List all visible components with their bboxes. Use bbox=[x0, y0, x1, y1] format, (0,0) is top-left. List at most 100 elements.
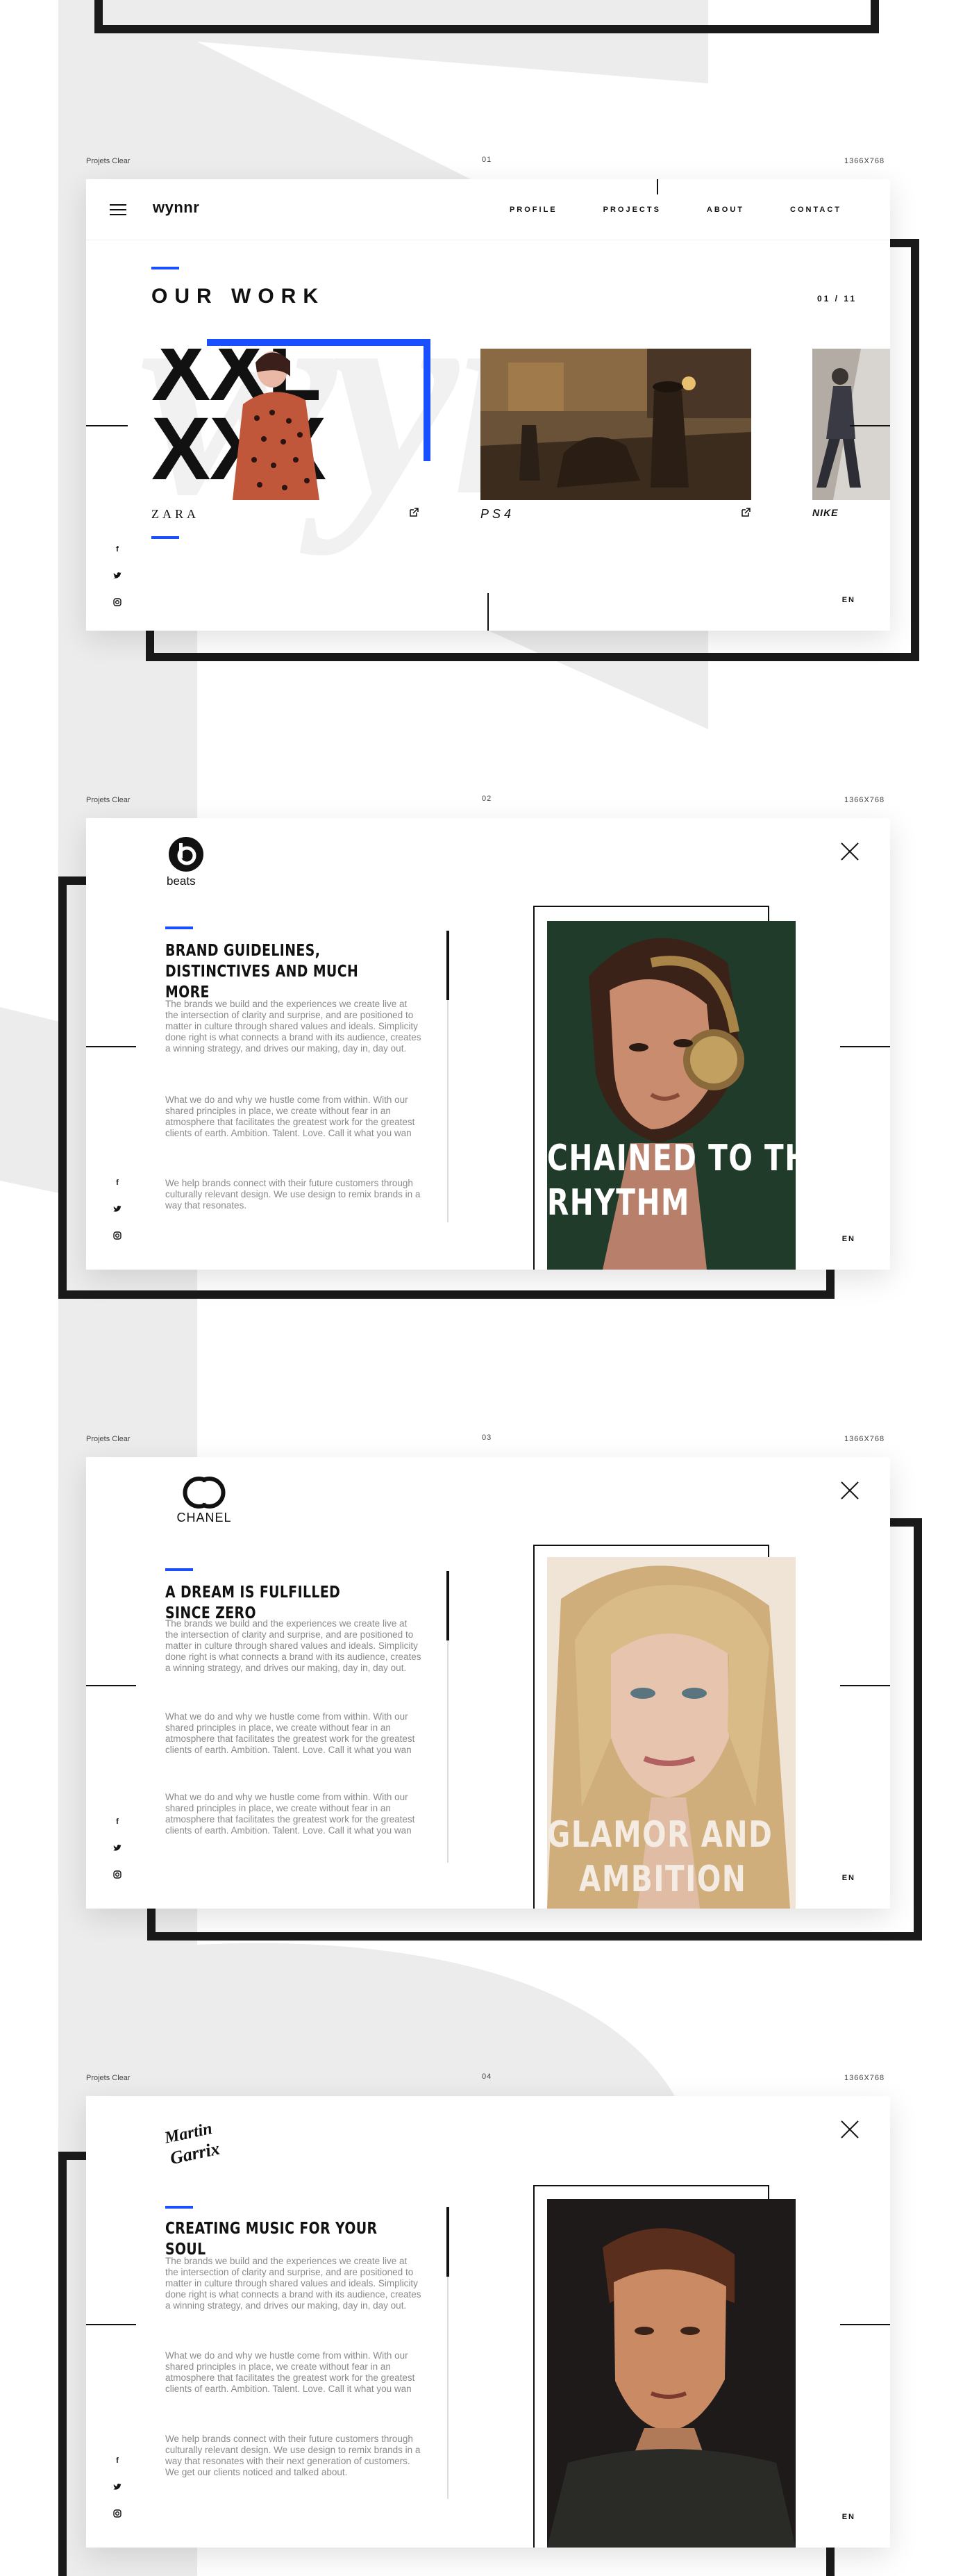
chanel-logo: CHANEL bbox=[162, 1475, 246, 1531]
paragraph-1: The brands we build and the experiences … bbox=[165, 2256, 421, 2311]
nav-profile[interactable]: PROFILE bbox=[510, 206, 558, 214]
project-card-ps4[interactable]: PS4 bbox=[480, 349, 751, 522]
martin-garrix-logo-mark: Martin Garrix bbox=[162, 2120, 221, 2168]
pager: 01 / 11 bbox=[816, 294, 857, 304]
instagram-icon[interactable] bbox=[112, 2509, 122, 2518]
meta-resolution: 1366X768 bbox=[844, 2074, 885, 2082]
model-figure bbox=[233, 351, 319, 500]
external-link-icon[interactable] bbox=[740, 507, 751, 518]
external-link-icon[interactable] bbox=[408, 507, 419, 518]
facebook-icon[interactable]: f bbox=[112, 545, 122, 554]
meta-label: Projets Clear bbox=[86, 2074, 131, 2082]
project-logo: PS4 bbox=[480, 507, 515, 521]
paragraph-3: What we do and why we hustle come from w… bbox=[165, 1792, 415, 1836]
meta-number: 03 bbox=[482, 1434, 492, 1442]
project-logo: ZARA bbox=[151, 507, 199, 521]
main-nav: PROFILE PROJECTS ABOUT CONTACT bbox=[510, 206, 841, 214]
meta-resolution: 1366X768 bbox=[844, 157, 885, 165]
detail-screen-beats: beats BRAND GUIDELINES, DISTINCTIVES AND… bbox=[86, 818, 890, 1270]
twitter-icon[interactable] bbox=[112, 1843, 122, 1853]
project-card-nike[interactable]: NIKE bbox=[812, 349, 890, 522]
detail-title: A DREAM IS FULFILLED SINCE ZERO bbox=[165, 1584, 341, 1622]
paragraph-3: We help brands connect with their future… bbox=[165, 2434, 421, 2477]
detail-title: CREATING MUSIC FOR YOUR SOUL bbox=[165, 2220, 378, 2259]
twitter-icon[interactable] bbox=[112, 2482, 122, 2492]
chanel-logo-icon bbox=[183, 1477, 226, 1509]
title-accent bbox=[151, 267, 179, 269]
nav-about[interactable]: ABOUT bbox=[707, 206, 744, 214]
paragraph-1: The brands we build and the experiences … bbox=[165, 1618, 421, 1673]
language-switch[interactable]: EN bbox=[842, 1235, 855, 1243]
home-screen: wynr wynnr PROFILE PROJECTS ABOUT CONTAC… bbox=[86, 179, 890, 631]
meta-label: Projets Clear bbox=[86, 796, 131, 804]
photo-caption-line-1: CHAINED TO THE bbox=[547, 1138, 796, 1179]
photo-caption-line-1: GLAMOR AND bbox=[547, 1814, 773, 1856]
artist-portrait-image bbox=[547, 2199, 796, 2548]
martin-garrix-photo bbox=[547, 2199, 796, 2548]
twitter-icon[interactable] bbox=[112, 1204, 122, 1214]
language-switch[interactable]: EN bbox=[842, 2513, 855, 2521]
beats-logo: beats bbox=[165, 836, 214, 892]
title-accent bbox=[165, 2206, 193, 2209]
social-links: f bbox=[112, 1817, 122, 1879]
side-rule-right bbox=[840, 2324, 890, 2325]
paragraph-2: What we do and why we hustle come from w… bbox=[165, 2350, 415, 2394]
project-image: XXL XXX bbox=[151, 349, 419, 500]
meta-number: 02 bbox=[482, 795, 492, 803]
social-links: f bbox=[112, 2456, 122, 2518]
facebook-icon[interactable]: f bbox=[112, 1178, 122, 1188]
social-links: f bbox=[112, 545, 122, 607]
meta-resolution: 1366X768 bbox=[844, 1435, 885, 1443]
menu-icon[interactable] bbox=[110, 204, 126, 215]
chanel-wordmark: CHANEL bbox=[176, 1511, 232, 1524]
martin-garrix-logo: Martin Garrix bbox=[162, 2117, 240, 2172]
scrollbar-thumb[interactable] bbox=[446, 2207, 449, 2277]
language-switch[interactable]: EN bbox=[842, 1874, 855, 1882]
instagram-icon[interactable] bbox=[112, 1231, 122, 1240]
game-scene-image bbox=[480, 349, 751, 500]
paragraph-1: The brands we build and the experiences … bbox=[165, 999, 421, 1054]
language-switch[interactable]: EN bbox=[842, 596, 855, 604]
twitter-icon[interactable] bbox=[112, 571, 122, 581]
title-accent bbox=[165, 926, 193, 929]
title-accent bbox=[165, 1568, 193, 1571]
instagram-icon[interactable] bbox=[112, 1870, 122, 1879]
meta-number: 01 bbox=[482, 156, 492, 164]
project-image bbox=[812, 349, 890, 500]
nav-contact[interactable]: CONTACT bbox=[790, 206, 841, 214]
brand-logo[interactable]: wynnr bbox=[153, 199, 199, 217]
top-frame-fragment bbox=[94, 0, 879, 33]
side-rule-left bbox=[86, 1685, 136, 1686]
scroll-indicator bbox=[487, 593, 489, 631]
meta-label: Projets Clear bbox=[86, 1435, 131, 1443]
project-logo: NIKE bbox=[812, 507, 839, 518]
close-button[interactable] bbox=[840, 1481, 860, 1500]
close-button[interactable] bbox=[840, 842, 860, 861]
close-button[interactable] bbox=[840, 2120, 860, 2139]
paragraph-3: We help brands connect with their future… bbox=[165, 1178, 421, 1211]
instagram-icon[interactable] bbox=[112, 597, 122, 607]
project-card-zara[interactable]: XXL XXX ZARA bbox=[151, 339, 430, 522]
beats-photo: CHAINED TO THE RHYTHM bbox=[547, 921, 796, 1270]
project-image bbox=[480, 349, 751, 500]
side-rule-left bbox=[86, 2324, 136, 2325]
side-rule-right bbox=[840, 1046, 890, 1047]
nav-projects[interactable]: PROJECTS bbox=[603, 206, 661, 214]
scrollbar-thumb[interactable] bbox=[446, 1571, 449, 1640]
side-rule-right bbox=[840, 1685, 890, 1686]
project-accent bbox=[151, 536, 179, 539]
side-rule-left bbox=[86, 1046, 136, 1047]
facebook-icon[interactable]: f bbox=[112, 1817, 122, 1827]
section-title: OUR WORK bbox=[151, 285, 325, 308]
scrollbar-thumb[interactable] bbox=[446, 931, 449, 1000]
detail-screen-chanel: CHANEL A DREAM IS FULFILLED SINCE ZERO T… bbox=[86, 1457, 890, 1909]
photo-caption-line-2: AMBITION bbox=[579, 1859, 747, 1900]
meta-number: 04 bbox=[482, 2072, 492, 2081]
social-links: f bbox=[112, 1178, 122, 1240]
beats-logo-icon bbox=[169, 837, 203, 872]
runner-image bbox=[812, 349, 890, 500]
photo-caption-line-2: RHYTHM bbox=[547, 1182, 690, 1224]
facebook-icon[interactable]: f bbox=[112, 2456, 122, 2466]
top-bar: wynnr PROFILE PROJECTS ABOUT CONTACT bbox=[86, 179, 890, 240]
nav-indicator bbox=[657, 179, 658, 194]
